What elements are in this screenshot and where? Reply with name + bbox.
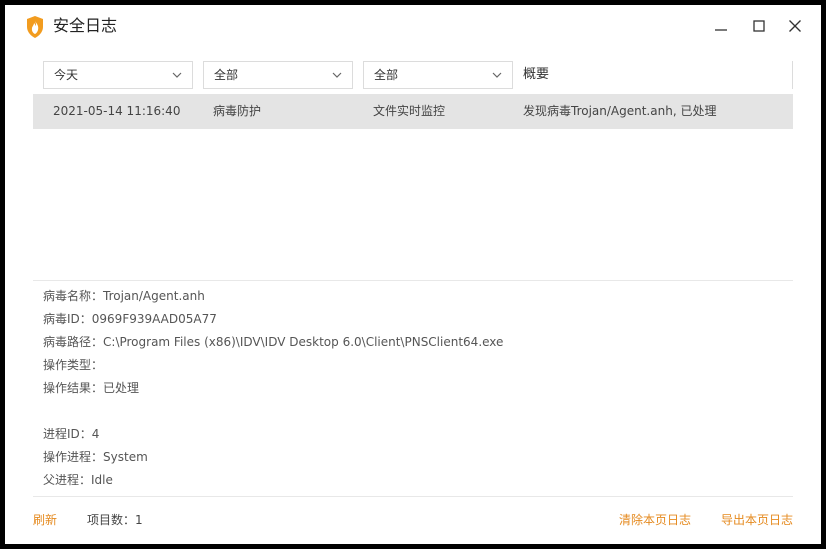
maximize-icon bbox=[753, 20, 765, 32]
module-filter-value: 全部 bbox=[374, 68, 399, 82]
divider bbox=[33, 496, 793, 497]
detail-virus-name: 病毒名称：Trojan/Agent.anh bbox=[43, 289, 205, 303]
detail-operation-result: 操作结果：已处理 bbox=[43, 381, 140, 395]
time-filter-value: 今天 bbox=[54, 68, 79, 82]
item-count: 项目数：1 bbox=[87, 513, 143, 527]
chevron-down-icon bbox=[172, 72, 182, 78]
divider bbox=[33, 280, 793, 281]
module-filter-dropdown[interactable]: 全部 bbox=[363, 61, 513, 89]
time-filter-dropdown[interactable]: 今天 bbox=[43, 61, 193, 89]
detail-parent-process: 父进程：Idle bbox=[43, 473, 113, 487]
type-filter-value: 全部 bbox=[214, 68, 239, 82]
detail-virus-id: 病毒ID：0969F939AAD05A77 bbox=[43, 312, 217, 326]
log-module: 文件实时监控 bbox=[373, 104, 446, 118]
log-type: 病毒防护 bbox=[213, 104, 262, 118]
security-log-window: 安全日志 今天 全部 全部 概要 2021-05-14 11:16:40 病毒防… bbox=[5, 5, 821, 544]
close-icon bbox=[789, 20, 801, 32]
detail-virus-path: 病毒路径：C:\Program Files (x86)\IDV\IDV Desk… bbox=[43, 335, 504, 349]
log-time: 2021-05-14 11:16:40 bbox=[53, 104, 181, 118]
type-filter-dropdown[interactable]: 全部 bbox=[203, 61, 353, 89]
minimize-button[interactable] bbox=[710, 15, 732, 37]
log-summary: 发现病毒Trojan/Agent.anh, 已处理 bbox=[523, 104, 717, 118]
shield-flame-icon bbox=[25, 15, 45, 39]
maximize-button[interactable] bbox=[748, 15, 770, 37]
clear-page-log-link[interactable]: 清除本页日志 bbox=[619, 505, 691, 535]
table-row[interactable]: 2021-05-14 11:16:40 病毒防护 文件实时监控 发现病毒Troj… bbox=[33, 94, 793, 129]
refresh-link[interactable]: 刷新 bbox=[33, 505, 57, 535]
title-bar[interactable]: 安全日志 bbox=[5, 5, 821, 47]
chevron-down-icon bbox=[332, 72, 342, 78]
detail-operation-type: 操作类型： bbox=[43, 358, 104, 372]
chevron-down-icon bbox=[492, 72, 502, 78]
summary-column-header: 概要 bbox=[515, 61, 793, 89]
detail-process-id: 进程ID：4 bbox=[43, 427, 100, 441]
footer: 刷新 项目数：1 清除本页日志 导出本页日志 bbox=[5, 505, 821, 535]
export-page-log-link[interactable]: 导出本页日志 bbox=[721, 505, 793, 535]
detail-operating-process: 操作进程：System bbox=[43, 450, 148, 464]
window-title: 安全日志 bbox=[53, 16, 118, 35]
filter-row: 今天 全部 全部 概要 bbox=[33, 61, 793, 89]
minimize-icon bbox=[715, 29, 727, 31]
close-button[interactable] bbox=[784, 15, 806, 37]
